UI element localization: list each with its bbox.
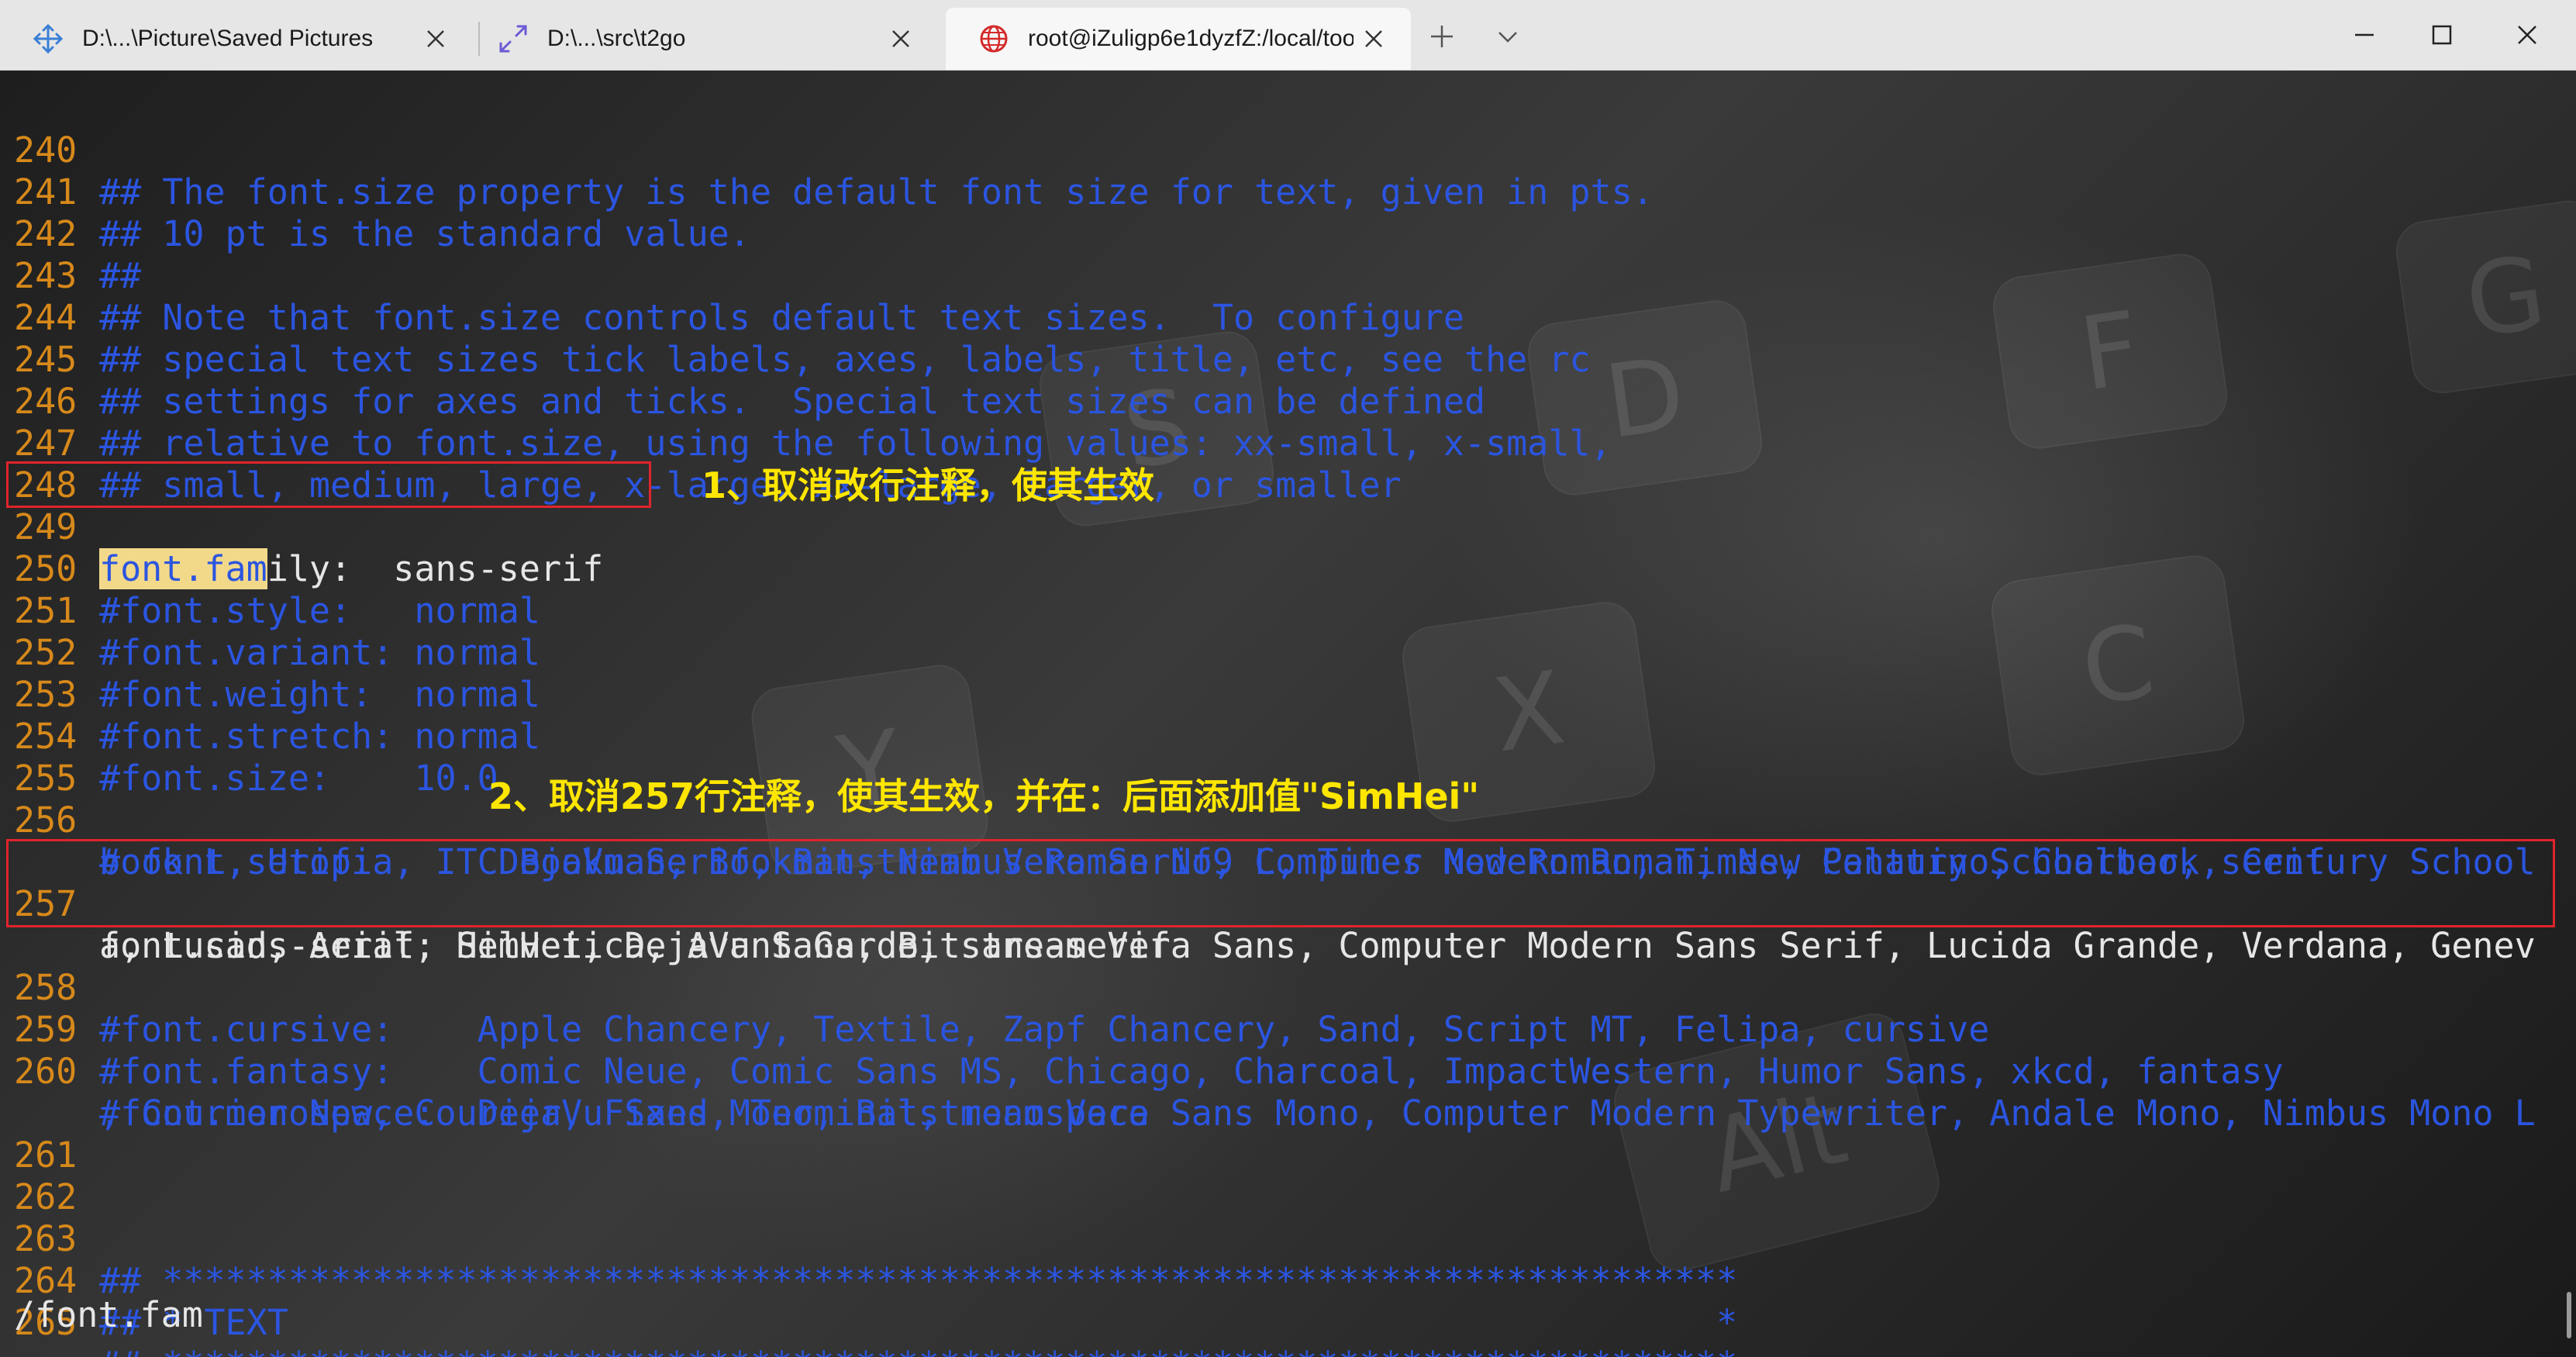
code-line: 246 ## relative to font.size, using the … [0,339,1612,464]
code-line: 254 #font.size: 10.0 [0,674,498,799]
code-line: 240 ## The font.size property is the def… [0,88,1654,212]
line-text: #font.size: 10.0 [99,758,498,799]
code-line: 251 #font.variant: normal [0,548,540,673]
code-line: 242 ## [0,171,141,296]
chevron-down-icon[interactable] [1488,17,1527,56]
line-text: #font.style: normal [99,590,540,631]
tab-t2go[interactable]: D:\...\src\t2go [465,8,938,70]
annotation-step-1: 1、取消改行注释，使其生效 [702,464,1155,506]
code-line-wrap: , Courier New, Courier, Fixed, Terminal,… [0,1051,1150,1134]
line-text-wrap: a, Lucid, Arial, Helvetica, Avant Garde,… [99,925,1171,966]
globe-icon [977,22,1011,56]
line-text: #font.variant: normal [99,632,540,673]
line-text: ## special text sizes tick labels, axes,… [99,339,1591,380]
expand-arrows-icon [496,22,530,56]
code-line-wrap: book L, Utopia, ITC Bookman, Bookman, Ni… [0,799,2326,882]
close-icon[interactable] [1360,25,1388,53]
wallpaper-key: C [1987,551,2249,779]
line-text: ## *************************************… [99,1260,1738,1301]
line-text: ## * TEXT * [99,1302,1738,1343]
code-line: 252 #font.weight: normal [0,590,540,715]
code-line: 255 [0,716,84,799]
line-text: ## *************************************… [99,1344,1737,1357]
line-text: #font.cursive: Apple Chancery, Textile, … [99,1009,1990,1050]
highlight-box-line-257 [6,839,2555,927]
maximize-button[interactable] [2403,8,2481,62]
close-icon[interactable] [422,25,450,53]
wallpaper-key: F [1988,250,2232,453]
close-window-button[interactable] [2488,8,2566,62]
code-line: 250 #font.style: normal [0,506,540,631]
line-text: #font.fantasy: Comic Neue, Comic Sans MS… [99,1051,2284,1092]
scrollbar-thumb[interactable] [2567,1292,2571,1338]
tab-saved-pictures[interactable]: D:\...\Picture\Saved Pictures [0,8,473,70]
search-match: font.fam [99,548,267,589]
code-line: 263 ## *********************************… [0,1176,1737,1301]
code-line: 244 ## special text sizes tick labels, a… [0,255,1591,380]
command-text: /font.fam [14,1294,203,1335]
code-line: 241 ## 10 pt is the standard value. [0,129,750,254]
highlight-box-line-249 [6,461,651,508]
code-line: 253 #font.stretch: normal [0,632,540,757]
line-text-rest: ily: sans-serif [267,548,604,589]
line-text: font.family: sans-serif [99,548,603,590]
code-line: 256 # font.serif: DejaVu Serif, Bitstrea… [0,758,2536,882]
code-line: 264 ## * TEXT * [0,1218,1737,1343]
line-text-wrap: , Courier New, Courier, Fixed, Terminal,… [99,1093,1150,1134]
minimize-button[interactable] [2326,8,2403,62]
code-line: 258 #font.cursive: Apple Chancery, Texti… [0,925,1989,1050]
wallpaper-key: G [2392,196,2576,398]
tab-title: root@iZuligp6e1dyzfZ:/local/too [1028,26,1354,51]
tab-ssh-session[interactable]: root@iZuligp6e1dyzfZ:/local/too [946,8,1411,70]
new-tab-button[interactable] [1422,17,1461,56]
command-line[interactable]: /font.fam [14,1294,203,1336]
tab-bar: D:\...\Picture\Saved Pictures D:\...\src… [0,0,2576,71]
line-text: #font.weight: normal [99,674,540,715]
line-text: ## [99,255,142,296]
code-line: 261 [0,1093,84,1176]
code-line: 248 [0,423,84,506]
code-line: 262 [0,1134,84,1217]
close-icon[interactable] [887,25,915,53]
code-line: 247 ## small, medium, large, x-large, xx… [0,381,1402,506]
terminal-pane[interactable]: Y X C S D F G Alt 240 ## The font.size p… [0,71,2576,1357]
line-text: ## 10 pt is the standard value. [99,213,750,254]
wallpaper-key: D [1523,296,1767,499]
tab-title: D:\...\Picture\Saved Pictures [82,26,374,51]
code-line: 259 #font.fantasy: Comic Neue, Comic San… [0,967,2284,1092]
move-icon [31,22,65,56]
line-text: #font.stretch: normal [99,716,540,757]
line-text: ## settings for axes and ticks. Special … [99,381,1486,422]
line-text: ## The font.size property is the default… [99,171,1654,212]
annotation-step-2: 2、取消257行注释，使其生效，并在：后面添加值"SimHei" [488,775,1480,817]
code-line: 245 ## settings for axes and ticks. Spec… [0,297,1485,422]
code-line: 260 #font.monospace: DejaVu Sans Mono, B… [0,1009,2536,1134]
code-line: 243 ## Note that font.size controls defa… [0,213,1464,338]
line-text: ## Note that font.size controls default … [99,297,1464,338]
tab-title: D:\...\src\t2go [547,26,686,51]
